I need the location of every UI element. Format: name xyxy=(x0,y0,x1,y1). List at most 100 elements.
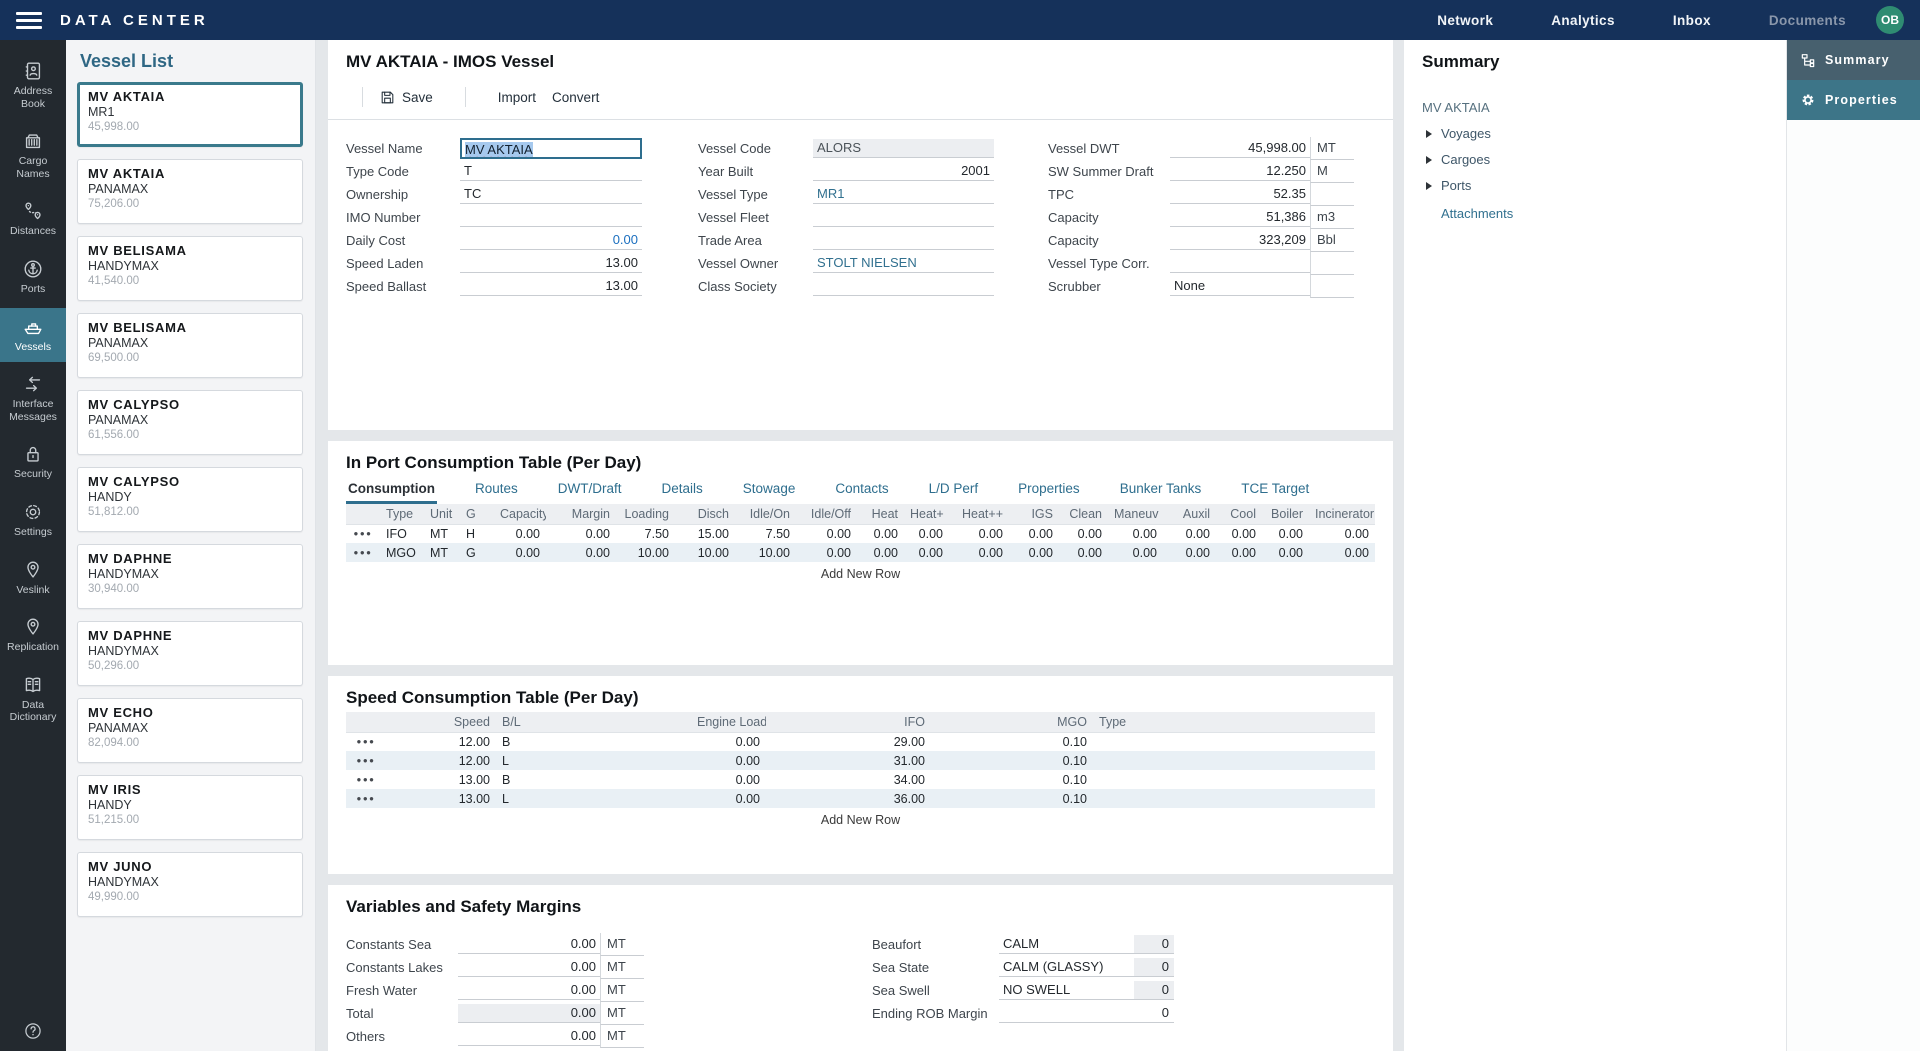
row-menu[interactable]: ●●● xyxy=(346,524,380,543)
cell-engine-load[interactable]: 0.00 xyxy=(691,751,766,770)
sidebar-item-replication[interactable]: Replication xyxy=(0,608,66,663)
dock-properties-button[interactable]: Properties xyxy=(1787,80,1920,120)
cell-g[interactable]: H xyxy=(460,524,494,543)
field-input-scrubber[interactable]: None xyxy=(1170,277,1310,296)
table-row[interactable]: ●●●13.00L0.0036.000.10 xyxy=(346,789,1375,808)
hamburger-menu-icon[interactable] xyxy=(16,12,42,29)
cell-cool[interactable]: 0.00 xyxy=(1216,543,1262,562)
tab-tce-target[interactable]: TCE Target xyxy=(1239,477,1311,504)
field-input-type-code[interactable]: T xyxy=(460,162,642,181)
field-input-capacity[interactable]: 323,209 xyxy=(1170,231,1310,250)
tab-properties[interactable]: Properties xyxy=(1016,477,1082,504)
row-menu[interactable]: ●●● xyxy=(346,543,380,562)
nav-documents[interactable]: Documents xyxy=(1769,13,1846,28)
vessel-card[interactable]: MV CALYPSOPANAMAX61,556.00 xyxy=(77,390,303,455)
vessel-card[interactable]: MV BELISAMAHANDYMAX41,540.00 xyxy=(77,236,303,301)
cell-engine-load[interactable]: 0.00 xyxy=(691,732,766,751)
summary-group-voyages[interactable]: Voyages xyxy=(1426,126,1786,141)
field-input-ending-rob-margin[interactable] xyxy=(999,1004,1134,1023)
help-icon[interactable] xyxy=(0,1021,66,1041)
sidebar-item-vessels[interactable]: Vessels xyxy=(0,308,66,363)
cell-cool[interactable]: 0.00 xyxy=(1216,524,1262,543)
field-input-trade-area[interactable] xyxy=(813,231,994,250)
nav-inbox[interactable]: Inbox xyxy=(1673,13,1711,28)
cell-disch[interactable]: 10.00 xyxy=(675,543,735,562)
vessel-card[interactable]: MV JUNOHANDYMAX49,990.00 xyxy=(77,852,303,917)
sidebar-item-settings[interactable]: Settings xyxy=(0,493,66,548)
field-input-sea-swell[interactable]: NO SWELL xyxy=(999,981,1134,1000)
cell-type[interactable]: MGO xyxy=(380,543,424,562)
cell-mgo[interactable]: 0.10 xyxy=(931,751,1093,770)
cell-engine-load[interactable]: 0.00 xyxy=(691,770,766,789)
sidebar-item-address-book[interactable]: Address Book xyxy=(0,52,66,119)
cell-auxil[interactable]: 0.00 xyxy=(1163,543,1216,562)
cell-engine-load[interactable]: 0.00 xyxy=(691,789,766,808)
avatar[interactable]: OB xyxy=(1876,6,1904,34)
save-button[interactable]: Save xyxy=(379,89,433,106)
cell-loading[interactable]: 7.50 xyxy=(616,524,675,543)
cell-incinerator[interactable]: 0.00 xyxy=(1309,524,1375,543)
tab-details[interactable]: Details xyxy=(660,477,705,504)
field-number-sea-state[interactable]: 0 xyxy=(1134,958,1174,977)
field-input-year-built[interactable]: 2001 xyxy=(813,162,994,181)
cell-idle-on[interactable]: 7.50 xyxy=(735,524,796,543)
sidebar-item-distances[interactable]: Distances xyxy=(0,192,66,247)
nav-analytics[interactable]: Analytics xyxy=(1551,13,1615,28)
sidebar-item-security[interactable]: Security xyxy=(0,435,66,490)
cell-b-l[interactable]: L xyxy=(496,789,691,808)
cell-idle-on[interactable]: 10.00 xyxy=(735,543,796,562)
vessel-card[interactable]: MV IRISHANDY51,215.00 xyxy=(77,775,303,840)
field-input-vessel-dwt[interactable]: 45,998.00 xyxy=(1170,139,1310,158)
field-input-class-society[interactable] xyxy=(813,277,994,296)
vessel-card[interactable]: MV DAPHNEHANDYMAX50,296.00 xyxy=(77,621,303,686)
field-input-vessel-fleet[interactable] xyxy=(813,208,994,227)
tab-consumption[interactable]: Consumption xyxy=(346,477,437,504)
cell-igs[interactable]: 0.00 xyxy=(1009,543,1059,562)
tab-l-d-perf[interactable]: L/D Perf xyxy=(927,477,981,504)
cell-b-l[interactable]: B xyxy=(496,732,691,751)
cell-b-l[interactable]: B xyxy=(496,770,691,789)
table-row[interactable]: ●●●MGOMTG0.000.0010.0010.0010.000.000.00… xyxy=(346,543,1375,562)
table-row[interactable]: ●●●13.00B0.0034.000.10 xyxy=(346,770,1375,789)
speed-add-new-row[interactable]: Add New Row xyxy=(346,808,1375,831)
cell-heat[interactable]: 0.00 xyxy=(857,524,904,543)
cell-ifo[interactable]: 29.00 xyxy=(766,732,931,751)
field-input-sea-state[interactable]: CALM (GLASSY) xyxy=(999,958,1134,977)
field-input-vessel-name[interactable]: MV AKTAIA xyxy=(460,138,642,159)
field-input-vessel-owner[interactable]: STOLT NIELSEN xyxy=(813,254,994,273)
tab-stowage[interactable]: Stowage xyxy=(741,477,798,504)
cell-margin[interactable]: 0.00 xyxy=(546,524,616,543)
cell-type[interactable] xyxy=(1093,751,1375,770)
cell-incinerator[interactable]: 0.00 xyxy=(1309,543,1375,562)
cell-idle-off[interactable]: 0.00 xyxy=(796,543,857,562)
cell-clean[interactable]: 0.00 xyxy=(1059,543,1108,562)
cell-heat[interactable]: 0.00 xyxy=(904,524,949,543)
vessel-card[interactable]: MV BELISAMAPANAMAX69,500.00 xyxy=(77,313,303,378)
field-number-beaufort[interactable]: 0 xyxy=(1134,935,1174,954)
sidebar-item-cargo-names[interactable]: Cargo Names xyxy=(0,122,66,189)
field-input-daily-cost[interactable]: 0.00 xyxy=(460,231,642,250)
cell-ifo[interactable]: 31.00 xyxy=(766,751,931,770)
cell-maneuv[interactable]: 0.00 xyxy=(1108,543,1163,562)
field-input-sw-summer-draft[interactable]: 12.250 xyxy=(1170,162,1310,181)
cell-unit[interactable]: MT xyxy=(424,543,460,562)
cell-b-l[interactable]: L xyxy=(496,751,691,770)
vessel-card[interactable]: MV AKTAIAMR145,998.00 xyxy=(77,82,303,147)
sidebar-item-veslink[interactable]: Veslink xyxy=(0,551,66,606)
sidebar-item-data-dictionary[interactable]: Data Dictionary xyxy=(0,666,66,733)
field-input-others[interactable]: 0.00 xyxy=(458,1027,600,1046)
cell-heat[interactable]: 0.00 xyxy=(949,524,1009,543)
table-row[interactable]: ●●●IFOMTH0.000.007.5015.007.500.000.000.… xyxy=(346,524,1375,543)
field-input-total[interactable]: 0.00 xyxy=(458,1004,600,1023)
cell-disch[interactable]: 15.00 xyxy=(675,524,735,543)
cell-clean[interactable]: 0.00 xyxy=(1059,524,1108,543)
import-button[interactable]: Import xyxy=(498,90,536,105)
cell-boiler[interactable]: 0.00 xyxy=(1262,524,1309,543)
dock-summary-button[interactable]: Summary xyxy=(1787,40,1920,80)
row-menu[interactable]: ●●● xyxy=(346,770,386,789)
row-menu[interactable]: ●●● xyxy=(346,751,386,770)
field-input-constants-sea[interactable]: 0.00 xyxy=(458,935,600,954)
cell-capacity[interactable]: 0.00 xyxy=(494,543,546,562)
cell-g[interactable]: G xyxy=(460,543,494,562)
summary-group-cargoes[interactable]: Cargoes xyxy=(1426,152,1786,167)
